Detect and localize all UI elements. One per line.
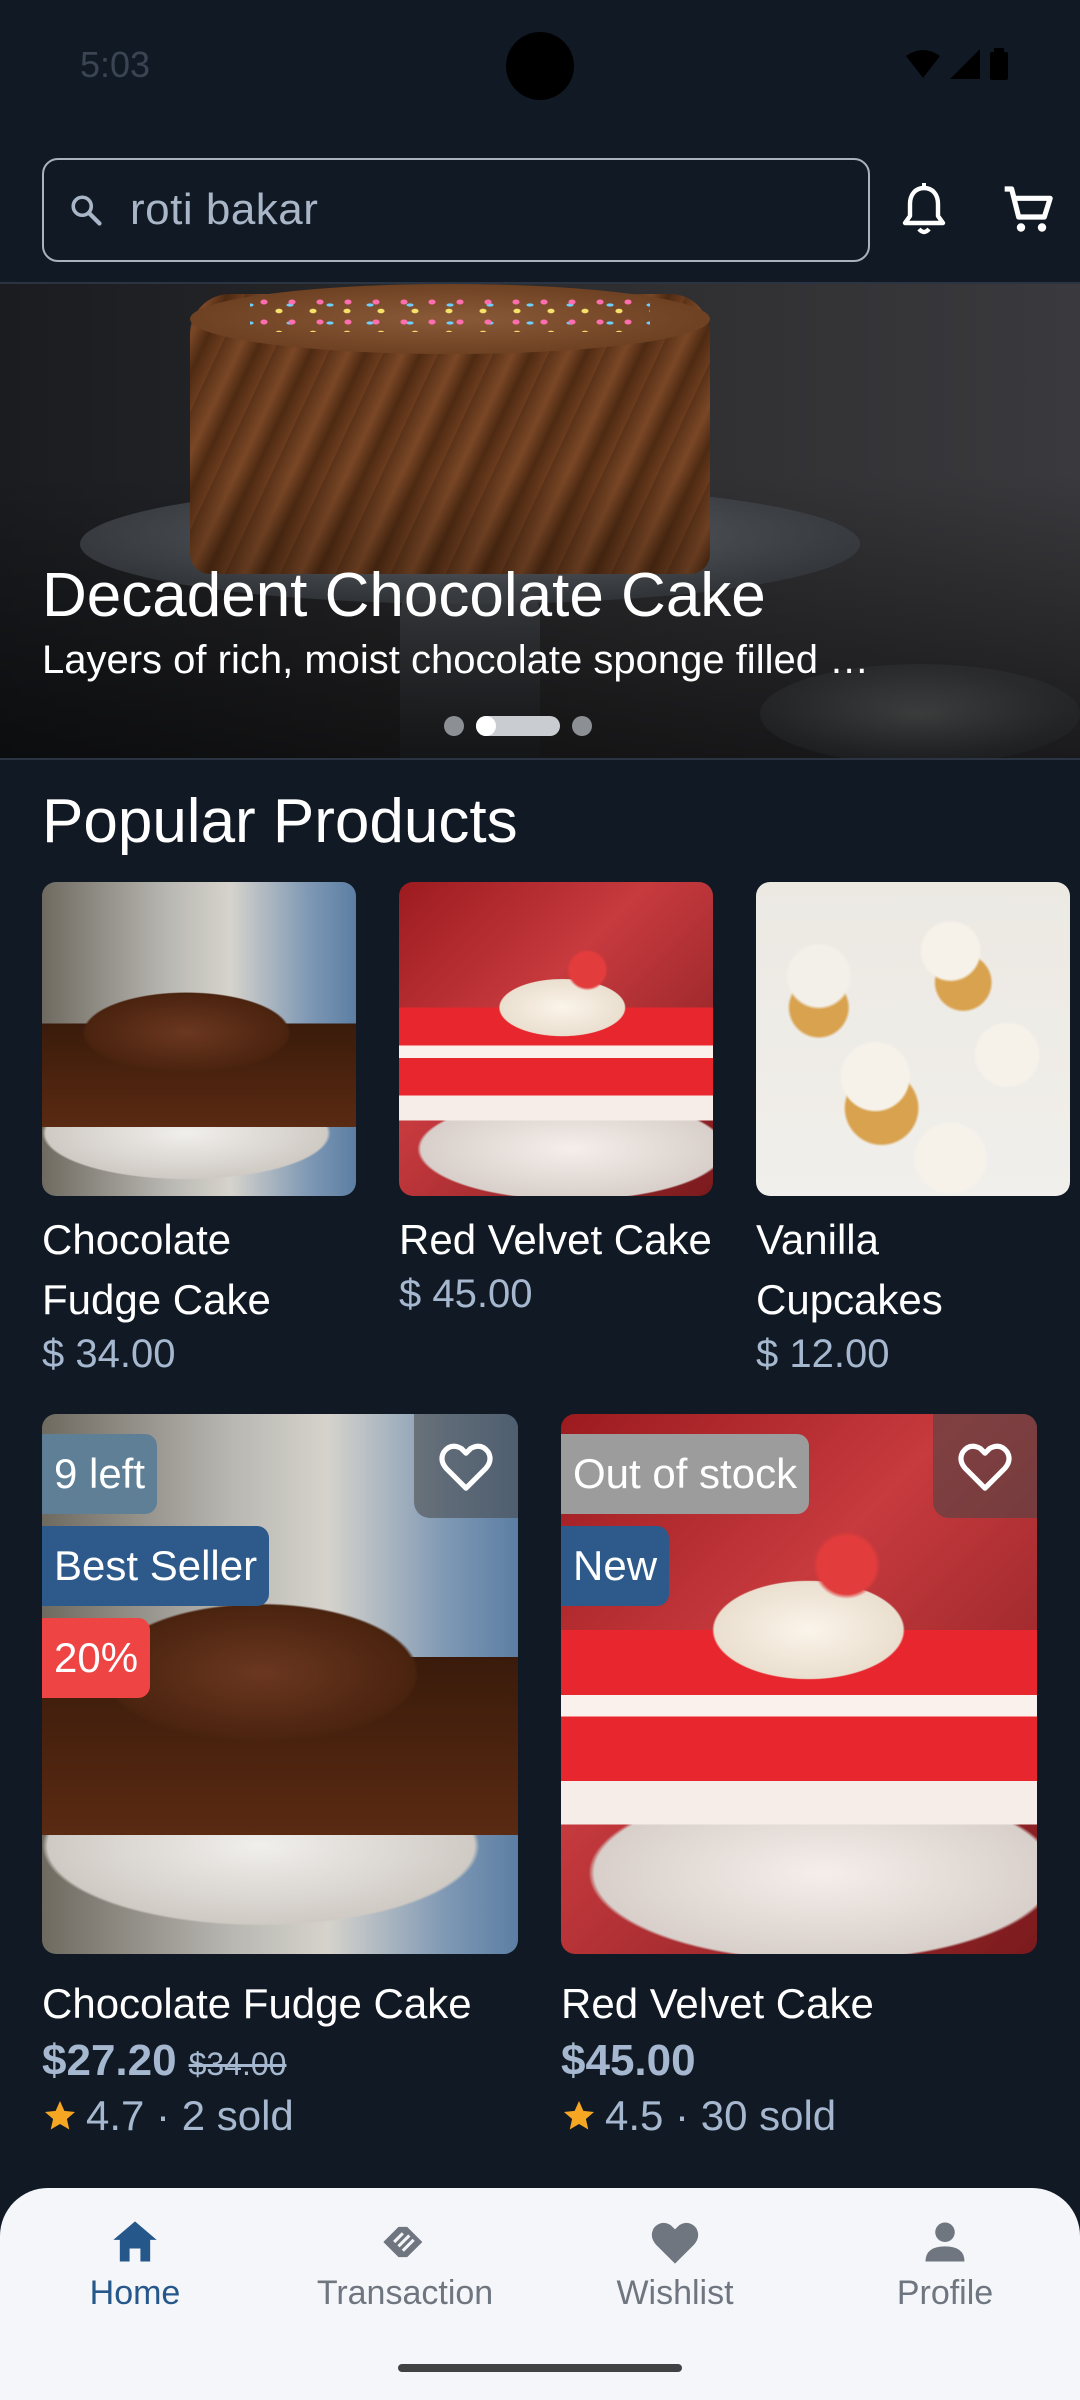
star-icon: [45, 2101, 75, 2130]
hero-shade: [0, 284, 1080, 758]
popular-product-card[interactable]: Red Velvet Cake $ 45.00: [399, 882, 713, 1317]
product-price: $27.20: [42, 2036, 177, 2085]
product-price: $ 34.00: [42, 1332, 176, 1376]
home-icon: [113, 2221, 157, 2262]
product-card[interactable]: 9 left Best Seller 20% Chocolate Fudge C…: [42, 1414, 518, 2140]
original-price: $34.00: [188, 2046, 287, 2082]
nav-label: Profile: [896, 2274, 994, 2312]
section-title: Popular Products: [42, 787, 518, 856]
hero-title: Decadent Chocolate Cake: [42, 561, 766, 630]
product-image: 9 left Best Seller 20%: [42, 1414, 518, 1954]
search-value: roti bakar: [130, 185, 319, 234]
carousel-dot-active[interactable]: [476, 716, 560, 736]
nav-item-wishlist[interactable]: Wishlist: [540, 2216, 810, 2313]
product-image: [399, 882, 713, 1196]
best-seller-badge: Best Seller: [42, 1526, 270, 1606]
heart-outline-icon: [439, 1443, 493, 1491]
product-card[interactable]: Out of stock New Red Velvet Cake $45.00 …: [561, 1414, 1037, 2140]
popular-product-card[interactable]: Vanilla Cupcakes $ 12.00: [756, 882, 1070, 1377]
home-indicator[interactable]: [398, 2364, 682, 2372]
notification-button[interactable]: [900, 182, 948, 238]
price-row: $45.00: [561, 2036, 1037, 2086]
product-image: [42, 882, 356, 1196]
status-icons: [906, 48, 1008, 80]
wishlist-button[interactable]: [414, 1414, 518, 1518]
cart-button[interactable]: [1000, 182, 1056, 238]
camera-cutout: [506, 32, 574, 100]
nav-label: Home: [89, 2274, 181, 2312]
rating-text: 4.7 · 2 sold: [86, 2092, 294, 2139]
search-icon: [71, 195, 102, 226]
battery-icon: [990, 48, 1008, 80]
product-price: $45.00: [561, 2036, 696, 2085]
divider: [0, 758, 1080, 760]
wifi-icon: [906, 50, 940, 78]
rating-row: 4.7 · 2 sold: [42, 2092, 518, 2140]
wishlist-button[interactable]: [933, 1414, 1037, 1518]
carousel-indicator: [444, 716, 592, 736]
status-bar: 5:03: [0, 0, 1080, 140]
price-row: $27.20 $34.00: [42, 2036, 518, 2086]
nav-label: Wishlist: [616, 2274, 734, 2312]
carousel-dot[interactable]: [444, 716, 464, 736]
search-input[interactable]: roti bakar: [42, 158, 870, 262]
rating-text: 4.5 · 30 sold: [605, 2092, 837, 2139]
heart-icon: [651, 2222, 699, 2264]
new-badge: New: [561, 1526, 670, 1606]
product-name: Chocolate Fudge Cake: [42, 1980, 472, 2027]
out-of-stock-badge: Out of stock: [561, 1434, 810, 1514]
nav-item-transaction[interactable]: Transaction: [270, 2216, 540, 2313]
rating-row: 4.5 · 30 sold: [561, 2092, 1037, 2140]
star-icon: [564, 2101, 594, 2130]
carousel-dot[interactable]: [572, 716, 592, 736]
popular-product-card[interactable]: Chocolate Fudge Cake $ 34.00: [42, 882, 356, 1377]
stock-badge: 9 left: [42, 1434, 158, 1514]
discount-badge: 20%: [42, 1618, 151, 1698]
transaction-icon: [383, 2226, 423, 2258]
bell-icon: [902, 183, 946, 235]
nav-item-profile[interactable]: Profile: [810, 2216, 1080, 2313]
product-price: $ 45.00: [399, 1272, 533, 1316]
product-image: Out of stock New: [561, 1414, 1037, 1954]
hero-subtitle: Layers of rich, moist chocolate sponge f…: [42, 638, 870, 682]
heart-outline-icon: [958, 1443, 1012, 1491]
product-name: Red Velvet Cake: [561, 1980, 874, 2027]
product-price: $ 12.00: [756, 1332, 890, 1376]
product-name: Red Velvet Cake: [399, 1216, 712, 1263]
person-icon: [925, 2222, 965, 2262]
nav-label: Transaction: [316, 2274, 494, 2312]
product-image: [756, 882, 1070, 1196]
product-name: Vanilla Cupcakes: [756, 1216, 943, 1323]
product-name: Chocolate Fudge Cake: [42, 1216, 271, 1323]
signal-icon: [950, 49, 980, 79]
cart-icon: [1004, 186, 1053, 232]
status-time: 5:03: [80, 44, 151, 85]
hero-banner[interactable]: Decadent Chocolate Cake Layers of rich, …: [0, 284, 1080, 758]
nav-item-home[interactable]: Home: [0, 2216, 270, 2313]
